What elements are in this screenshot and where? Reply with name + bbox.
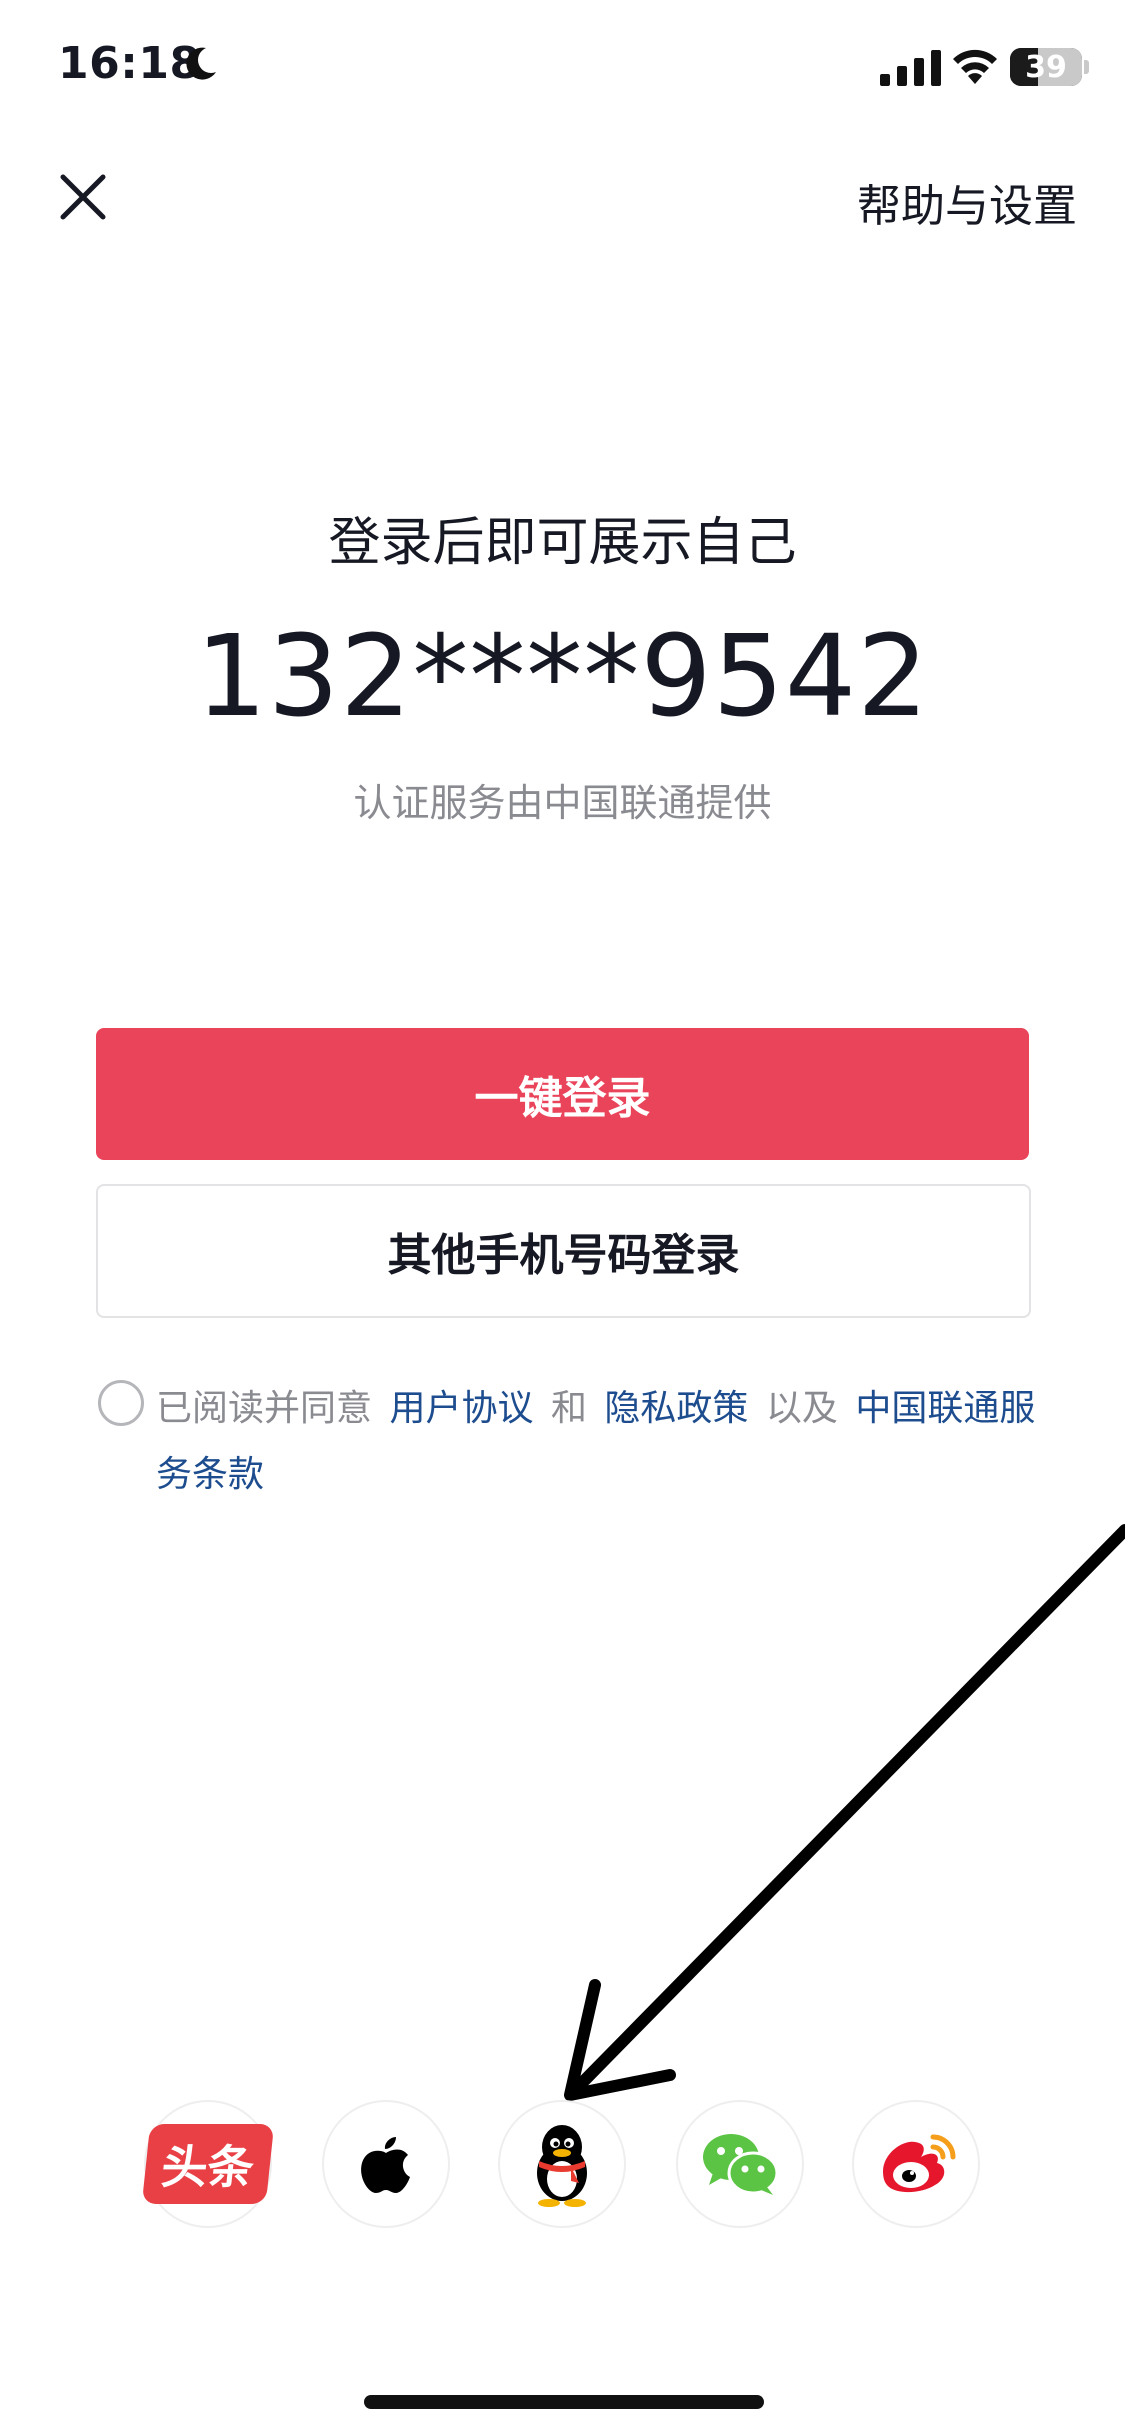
annotation-arrow xyxy=(564,1524,1125,2101)
moon-icon xyxy=(186,47,216,80)
help-settings-link[interactable]: 帮助与设置 xyxy=(857,170,1077,234)
qq-login-button[interactable] xyxy=(498,2100,626,2228)
close-icon[interactable] xyxy=(58,172,108,222)
agreement-text: 已阅读并同意 用户协议 和 隐私政策 以及 中国联通服务条款 xyxy=(156,1376,1036,1508)
agreement-as-well-as: 以及 xyxy=(765,1388,838,1429)
weibo-login-button[interactable] xyxy=(852,2100,980,2228)
apple-icon xyxy=(361,2137,410,2193)
toutiao-label: 头条 xyxy=(158,2140,257,2194)
weibo-icon xyxy=(883,2134,956,2193)
wechat-icon xyxy=(703,2134,779,2195)
qq-icon xyxy=(537,2125,587,2207)
toutiao-login-button[interactable]: 头条 xyxy=(141,2100,275,2228)
login-headline: 登录后即可展示自己 xyxy=(328,513,797,573)
battery-cap xyxy=(1084,60,1089,74)
battery-indicator: 39 xyxy=(1010,48,1082,86)
other-phone-login-button[interactable]: 其他手机号码登录 xyxy=(96,1184,1031,1318)
wechat-login-button[interactable] xyxy=(676,2100,804,2228)
agreement-prefix: 已阅读并同意 xyxy=(156,1388,373,1429)
masked-phone-number: 132****9542 xyxy=(195,612,930,742)
wifi-icon xyxy=(953,49,997,84)
apple-login-button[interactable] xyxy=(322,2100,450,2228)
privacy-policy-link[interactable]: 隐私政策 xyxy=(604,1388,748,1429)
home-indicator xyxy=(364,2395,764,2409)
toutiao-icon: 头条 xyxy=(141,2124,275,2204)
one-tap-login-button[interactable]: 一键登录 xyxy=(96,1028,1029,1160)
auth-provider-note: 认证服务由中国联通提供 xyxy=(353,781,772,825)
agreement-checkbox[interactable] xyxy=(98,1380,144,1426)
cellular-signal-icon xyxy=(880,50,941,86)
user-agreement-link[interactable]: 用户协议 xyxy=(389,1388,533,1429)
battery-percentage: 39 xyxy=(1025,50,1067,85)
agreement-and: 和 xyxy=(550,1388,587,1429)
